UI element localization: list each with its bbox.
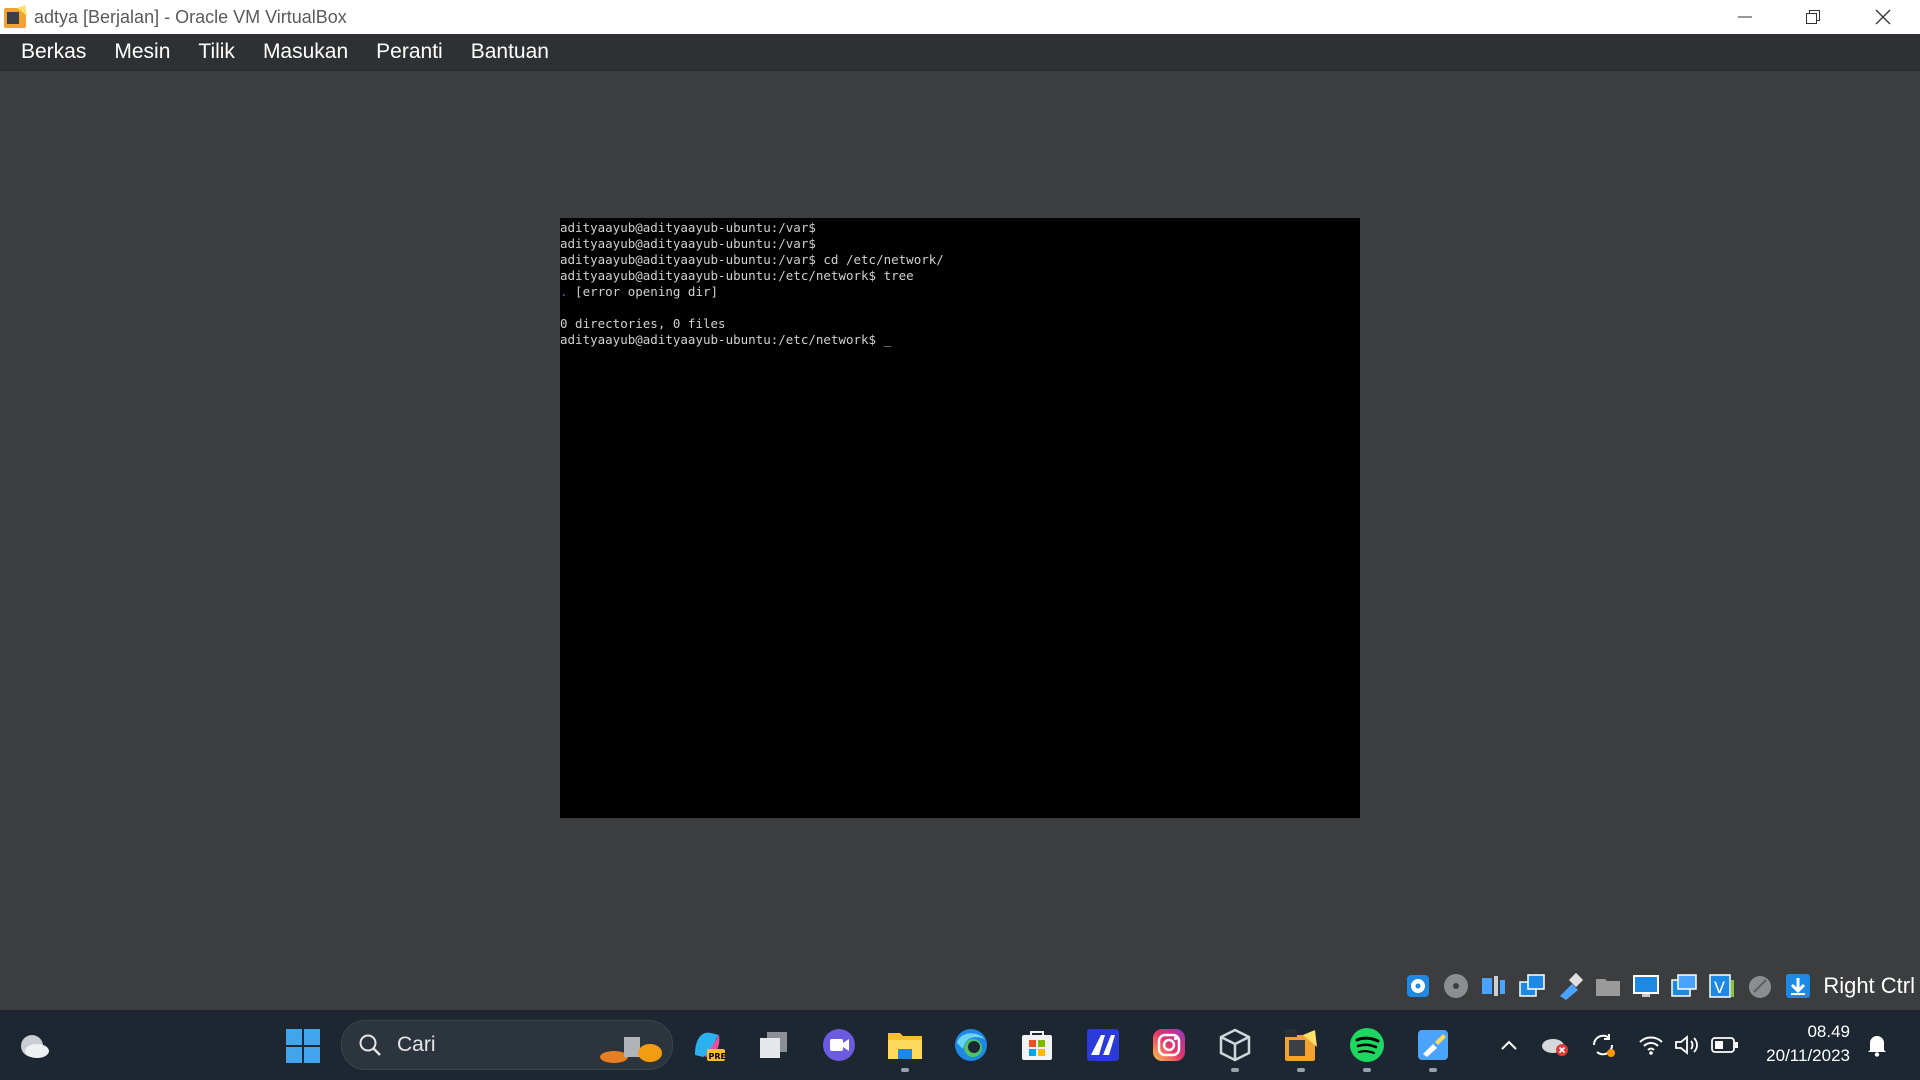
recording-icon[interactable] (1669, 971, 1699, 1001)
store-icon[interactable] (1015, 1023, 1059, 1067)
taskbar-search-box[interactable]: Cari (341, 1020, 673, 1070)
menu-masukan[interactable]: Masukan (249, 34, 362, 70)
menu-mesin[interactable]: Mesin (100, 34, 184, 70)
menu-tilik[interactable]: Tilik (184, 34, 249, 70)
windows-start-icon[interactable] (280, 1023, 326, 1069)
taskbar-clock[interactable]: 08.49 20/11/2023 (1730, 1020, 1850, 1068)
running-indicator (1363, 1068, 1371, 1072)
close-icon (1875, 9, 1891, 25)
download-icon[interactable] (1783, 971, 1813, 1001)
host-key-label: Right Ctrl (1823, 973, 1915, 998)
svg-text:V: V (1714, 978, 1725, 997)
weather-icon[interactable] (14, 1028, 54, 1062)
search-placeholder: Cari (397, 1033, 436, 1056)
edge-icon[interactable] (949, 1023, 993, 1067)
terminal-line: adityaayub@adityaayub-ubuntu:/var$ (560, 236, 816, 251)
terminal-line: 0 directories, 0 files (560, 316, 726, 331)
clock-time: 08.49 (1807, 1022, 1850, 1041)
restore-icon (1806, 10, 1820, 24)
running-indicator (1297, 1068, 1305, 1072)
minimize-button[interactable] (1710, 0, 1780, 34)
window-title: adtya [Berjalan] - Oracle VM VirtualBox (34, 6, 347, 27)
wifi-icon[interactable] (1636, 1030, 1666, 1060)
app-icon[interactable] (1081, 1023, 1125, 1067)
menu-peranti[interactable]: Peranti (362, 34, 457, 70)
terminal-line: adityaayub@adityaayub-ubuntu:/var$ cd /e… (560, 252, 944, 267)
shared-folder-icon[interactable] (1593, 971, 1623, 1001)
paint-icon[interactable] (1411, 1023, 1455, 1067)
svg-text:PRE: PRE (709, 1052, 726, 1061)
instagram-icon[interactable] (1147, 1023, 1191, 1067)
copilot-icon[interactable]: PRE (685, 1023, 729, 1067)
vm-status-bar: V Right Ctrl (1403, 968, 1920, 1004)
network-icon[interactable] (1517, 971, 1547, 1001)
onedrive-error-icon[interactable] (1538, 1030, 1572, 1060)
menu-bar: Berkas Mesin Tilik Masukan Peranti Bantu… (0, 34, 1920, 71)
terminal-line: [error opening dir] (560, 284, 719, 299)
running-indicator (1429, 1068, 1437, 1072)
display-icon[interactable] (1631, 971, 1661, 1001)
restore-button[interactable] (1778, 0, 1848, 34)
window-title-bar: adtya [Berjalan] - Oracle VM VirtualBox (0, 0, 1920, 34)
usb-icon[interactable] (1555, 971, 1585, 1001)
virtualbox-icon[interactable] (1213, 1023, 1257, 1067)
mouse-integration-icon[interactable] (1745, 971, 1775, 1001)
optical-drive-icon[interactable] (1441, 971, 1471, 1001)
audio-icon[interactable] (1479, 971, 1509, 1001)
close-button[interactable] (1848, 0, 1918, 34)
app-icon[interactable] (1279, 1023, 1323, 1067)
terminal-line: adityaayub@adityaayub-ubuntu:/etc/networ… (560, 268, 914, 283)
chevron-up-icon[interactable] (1494, 1030, 1524, 1060)
menu-bantuan[interactable]: Bantuan (457, 34, 563, 70)
search-icon (359, 1034, 381, 1056)
sync-icon[interactable] (1588, 1030, 1618, 1060)
running-indicator (1231, 1068, 1239, 1072)
running-indicator (901, 1068, 909, 1072)
search-highlight-icon (600, 1037, 662, 1063)
hard-disk-icon[interactable] (1403, 971, 1433, 1001)
virtualbox-app-icon (4, 5, 27, 28)
file-explorer-icon[interactable] (883, 1023, 927, 1067)
terminal-line: adityaayub@adityaayub-ubuntu:/var$ (560, 220, 816, 235)
menu-berkas[interactable]: Berkas (7, 34, 100, 70)
notification-bell-icon[interactable] (1862, 1030, 1892, 1060)
tree-root-dot: . (560, 284, 568, 299)
task-view-icon[interactable] (751, 1023, 795, 1067)
terminal-prompt-line: adityaayub@adityaayub-ubuntu:/etc/networ… (560, 332, 892, 347)
meet-icon[interactable] (817, 1023, 861, 1067)
minimize-icon (1738, 16, 1752, 18)
virtualization-icon[interactable]: V (1707, 971, 1737, 1001)
spotify-icon[interactable] (1345, 1023, 1389, 1067)
volume-icon[interactable] (1672, 1030, 1702, 1060)
clock-date: 20/11/2023 (1766, 1046, 1850, 1065)
vm-display[interactable]: adityaayub@adityaayub-ubuntu:/var$ adity… (560, 218, 1360, 818)
